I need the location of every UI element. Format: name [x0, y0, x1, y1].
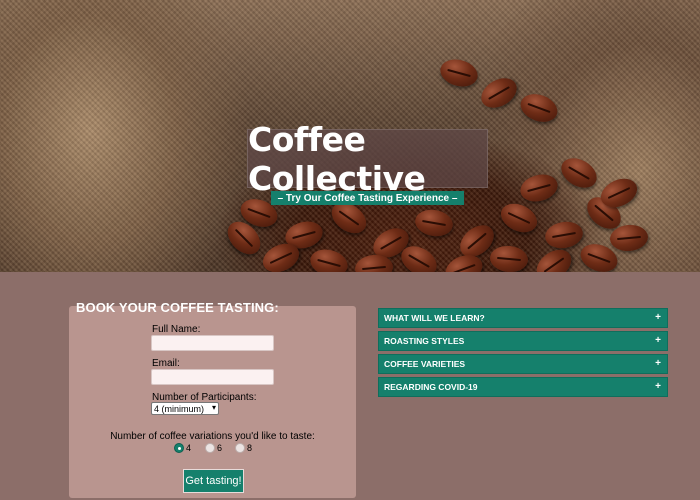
plus-icon: +	[655, 381, 661, 392]
radio-variation-8[interactable]	[235, 443, 245, 453]
participants-selected-value: 4 (minimum)	[154, 403, 205, 414]
accordion-coffee-varieties[interactable]: COFFEE VARIETIES +	[378, 354, 668, 374]
email-input[interactable]	[151, 369, 274, 385]
full-name-label: Full Name:	[152, 324, 201, 335]
plus-icon: +	[655, 312, 661, 323]
variations-radio-group: 4 6 8	[0, 443, 700, 455]
accordion-roasting-styles[interactable]: ROASTING STYLES +	[378, 331, 668, 351]
get-tasting-button[interactable]: Get tasting!	[183, 469, 244, 493]
chevron-down-icon: ▾	[211, 403, 216, 412]
booking-heading: BOOK YOUR COFFEE TASTING:	[76, 300, 279, 315]
plus-icon: +	[655, 358, 661, 369]
radio-variation-6[interactable]	[205, 443, 215, 453]
full-name-input[interactable]	[151, 335, 274, 351]
radio-label-8: 8	[247, 443, 253, 453]
radio-label-4: 4	[186, 443, 192, 453]
radio-label-6: 6	[217, 443, 223, 453]
title-box: Coffee Collective	[247, 120, 488, 198]
variations-label: Number of coffee variations you'd like t…	[110, 431, 315, 442]
email-label: Email:	[152, 358, 180, 369]
plus-icon: +	[655, 335, 661, 346]
accordion-label: REGARDING COVID-19	[384, 382, 478, 392]
accordion-what-will-we-learn[interactable]: WHAT WILL WE LEARN? +	[378, 308, 668, 328]
accordion-label: ROASTING STYLES	[384, 336, 465, 346]
accordion-regarding-covid-19[interactable]: REGARDING COVID-19 +	[378, 377, 668, 397]
tagline-banner: – Try Our Coffee Tasting Experience –	[271, 191, 464, 205]
site-title: Coffee Collective	[248, 119, 426, 198]
accordion-label: WHAT WILL WE LEARN?	[384, 313, 485, 323]
accordion-label: COFFEE VARIETIES	[384, 359, 466, 369]
hero-banner: Coffee Collective – Try Our Coffee Tasti…	[0, 0, 700, 272]
participants-select[interactable]: 4 (minimum) ▾	[151, 402, 219, 415]
radio-variation-4[interactable]	[174, 443, 184, 453]
